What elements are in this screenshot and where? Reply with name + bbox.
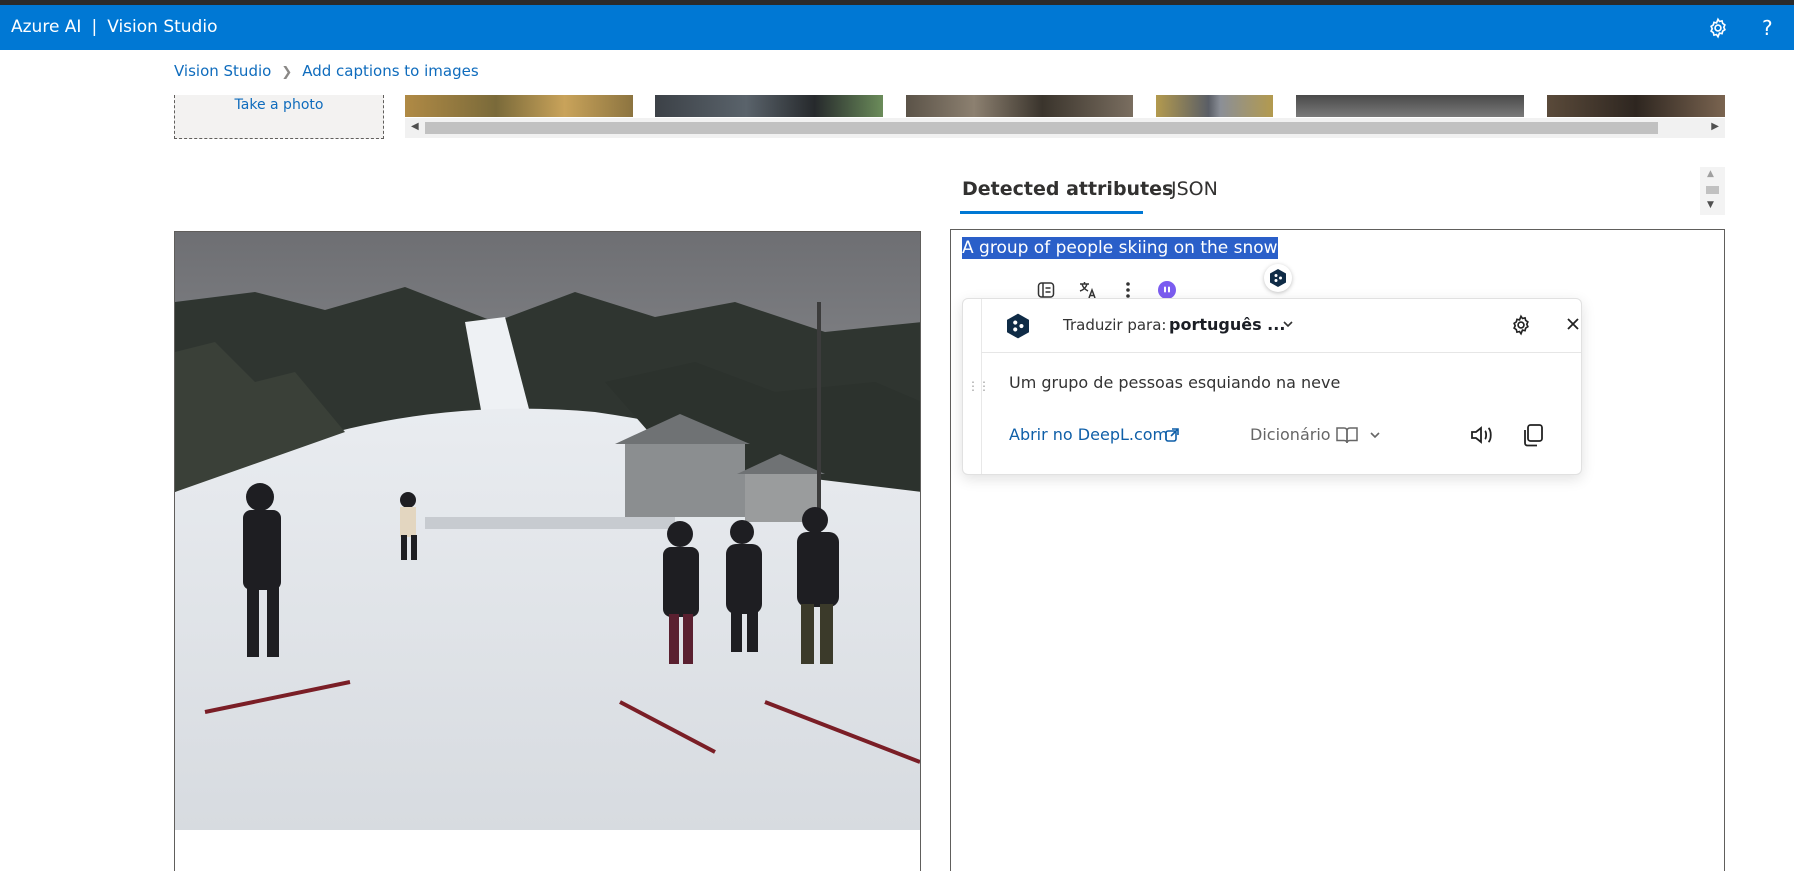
copy-icon[interactable]: [1520, 422, 1546, 448]
app-title[interactable]: Azure AI | Vision Studio: [11, 17, 217, 37]
dictionary-button[interactable]: Dicionário: [1250, 425, 1331, 444]
active-tab-indicator: [960, 211, 1143, 214]
take-photo-label: Take a photo: [234, 97, 324, 113]
target-language-select[interactable]: português ...: [1169, 315, 1285, 334]
tab-detected-attributes[interactable]: Detected attributes: [962, 178, 1173, 200]
scroll-up-arrow-icon[interactable]: ▲: [1707, 169, 1714, 179]
product-name: Vision Studio: [107, 17, 218, 37]
sample-thumbnail-2[interactable]: [655, 95, 883, 117]
scrollbar-thumb[interactable]: [425, 122, 1658, 134]
close-icon[interactable]: [1564, 315, 1582, 333]
assistant-bot-icon[interactable]: [1157, 280, 1177, 300]
chevron-down-icon[interactable]: [1368, 428, 1382, 442]
app-header: Azure AI | Vision Studio ?: [0, 5, 1794, 50]
thumbnail-scrollbar[interactable]: ◀ ▶: [405, 118, 1725, 138]
sample-thumbnail-5[interactable]: [1296, 95, 1524, 117]
scroll-right-arrow-icon[interactable]: ▶: [1711, 121, 1719, 132]
help-icon[interactable]: ?: [1762, 16, 1773, 40]
sample-thumbnail-6[interactable]: [1547, 95, 1725, 117]
tab-json[interactable]: JSON: [1171, 178, 1218, 200]
deepl-translation-popup: ⋮⋮ Traduzir para: português ... Um grupo…: [962, 298, 1582, 475]
breadcrumb-add-captions[interactable]: Add captions to images: [302, 62, 478, 80]
more-options-icon[interactable]: [1118, 280, 1138, 300]
chevron-down-icon[interactable]: [1281, 317, 1295, 331]
sample-thumbnail-1[interactable]: [405, 95, 633, 117]
sample-thumbnail-4[interactable]: [1156, 95, 1273, 117]
sample-thumbnail-3[interactable]: [906, 95, 1133, 117]
scroll-left-arrow-icon[interactable]: ◀: [411, 121, 419, 132]
drag-grip-icon: ⋮⋮: [967, 379, 990, 393]
take-photo-button[interactable]: Take a photo: [174, 95, 384, 139]
breadcrumb: Vision Studio ❯ Add captions to images: [174, 62, 479, 80]
brand-name: Azure AI: [11, 17, 82, 37]
deepl-floating-button[interactable]: [1264, 264, 1292, 292]
breadcrumb-vision-studio[interactable]: Vision Studio: [174, 62, 271, 80]
settings-icon[interactable]: [1510, 314, 1532, 336]
popup-header: Traduzir para: português ...: [981, 299, 1581, 353]
translated-text: Um grupo de pessoas esquiando na neve: [1009, 373, 1341, 392]
book-icon[interactable]: [1335, 425, 1359, 445]
caption-text-selected[interactable]: A group of people skiing on the snow: [962, 237, 1278, 259]
chevron-right-icon: ❯: [281, 65, 293, 80]
open-in-deepl-link[interactable]: Abrir no DeepL.com: [1009, 425, 1168, 444]
translate-icon[interactable]: [1078, 280, 1098, 300]
results-scrollbar[interactable]: ▲ ▼: [1700, 167, 1725, 215]
external-link-icon[interactable]: [1164, 427, 1180, 443]
results-scrollbar-thumb[interactable]: [1706, 186, 1719, 194]
ski-slope-photo: [175, 232, 920, 830]
scroll-down-arrow-icon[interactable]: ▼: [1707, 200, 1714, 210]
drag-handle[interactable]: ⋮⋮: [963, 299, 990, 474]
deepl-logo-icon: [1270, 269, 1286, 287]
analyzed-image-frame: [174, 231, 921, 871]
translate-to-label: Traduzir para:: [1063, 316, 1167, 334]
settings-icon[interactable]: [1707, 17, 1729, 39]
deepl-logo-icon: [1007, 313, 1029, 339]
speaker-icon[interactable]: [1469, 423, 1495, 447]
summary-icon[interactable]: [1036, 280, 1056, 300]
